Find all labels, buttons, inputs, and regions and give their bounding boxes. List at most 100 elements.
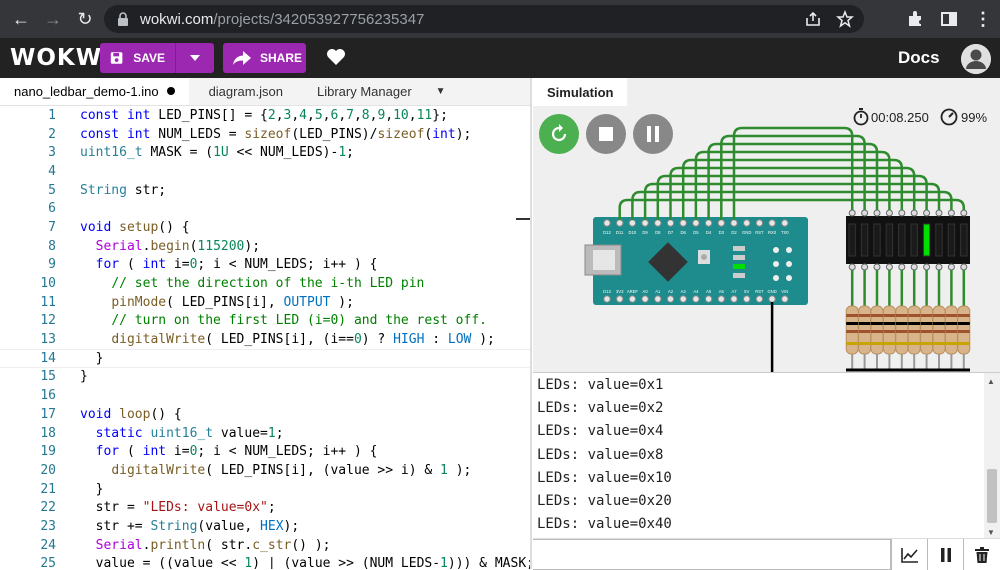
scroll-up-icon[interactable]: ▲ [987, 377, 995, 386]
scrollbar-marker [516, 218, 530, 220]
pin-label-top: RST [755, 230, 764, 235]
resistor-band [895, 322, 908, 325]
browser-menu-icon[interactable]: ⋮ [966, 0, 1000, 38]
code-text: Serial.println( str.c_str() ); [95, 537, 331, 553]
scroll-down-icon[interactable]: ▼ [987, 528, 995, 537]
avatar[interactable] [961, 44, 991, 74]
line-number: 6 [48, 201, 56, 217]
tab-library-manager[interactable]: Library Manager [303, 78, 426, 105]
code-line[interactable]: 21 } [0, 480, 530, 499]
restart-button[interactable] [539, 114, 579, 154]
wokwi-logo[interactable]: WOKWi [10, 45, 111, 71]
arduino-nano-board [593, 217, 808, 305]
reload-icon[interactable]: ↻ [72, 6, 98, 32]
share-page-icon[interactable] [804, 10, 822, 28]
serial-line: LEDs: value=0x40 [537, 516, 672, 533]
line-number: 18 [40, 425, 56, 441]
save-dropdown-button[interactable] [176, 55, 214, 61]
pin-bottom-A2 [666, 295, 675, 303]
heart-icon[interactable] [326, 48, 346, 66]
led-anode-pin [861, 209, 869, 217]
line-number: 13 [40, 332, 56, 348]
code-line[interactable]: 12 // turn on the first LED (i=0) and th… [0, 312, 530, 331]
line-number: 9 [48, 257, 56, 273]
tab-main-ino[interactable]: nano_ledbar_demo-1.ino [0, 78, 189, 105]
app-header: WOKWi SAVE SHARE Docs [0, 38, 1000, 78]
share-label: SHARE [260, 51, 303, 65]
icsp-pin [786, 261, 792, 267]
resistor-band [846, 314, 859, 317]
code-line[interactable]: 7 void setup() { [0, 218, 530, 237]
pin-top-D4 [704, 219, 713, 227]
scrollbar-thumb[interactable] [987, 469, 997, 523]
tab-simulation[interactable]: Simulation [533, 78, 628, 106]
pin-label-top: D2 [731, 230, 737, 235]
code-line[interactable]: 8 Serial.begin(115200); [0, 237, 530, 256]
resistor-band [858, 330, 871, 333]
code-line[interactable]: 6 [0, 199, 530, 218]
tab-diagram-json[interactable]: diagram.json [195, 78, 297, 105]
extensions-icon[interactable] [898, 0, 932, 38]
forward-icon[interactable]: → [40, 6, 66, 32]
code-line[interactable]: 4 [0, 162, 530, 181]
code-line[interactable]: 25 value = ((value << 1) | (value >> (NU… [0, 555, 530, 569]
code-line[interactable]: 24 Serial.println( str.c_str() ); [0, 536, 530, 555]
pin-label-bottom: AREF [627, 289, 639, 294]
code-line[interactable]: 13 digitalWrite( LED_PINS[i], (i==0) ? H… [0, 330, 530, 349]
code-line[interactable]: 23 str += String(value, HEX); [0, 517, 530, 536]
code-text: void setup() { [80, 219, 190, 235]
code-line[interactable]: 3 uint16_t MASK = (1U << NUM_LEDS)-1; [0, 143, 530, 162]
code-line[interactable]: 10 // set the direction of the i-th LED … [0, 274, 530, 293]
code-line[interactable]: 15} [0, 368, 530, 387]
code-text: String str; [80, 182, 167, 198]
wire-d9 [643, 182, 941, 220]
address-bar[interactable]: wokwi.com/projects/342053927756235347 [104, 5, 864, 33]
icsp-pin [773, 261, 779, 267]
docs-link[interactable]: Docs [898, 48, 940, 68]
code-area[interactable]: 1 const int LED_PINS[] = {2,3,4,5,6,7,8,9… [0, 106, 530, 569]
code-line[interactable]: 20 digitalWrite( LED_PINS[i], (value >> … [0, 461, 530, 480]
led-anode-pin [885, 209, 893, 217]
serial-scrollbar[interactable]: ▲ ▼ [984, 373, 1000, 538]
code-line[interactable]: 19 for ( int i=0; i < NUM_LEDS; i++ ) { [0, 442, 530, 461]
serial-pause-button[interactable] [927, 539, 963, 570]
save-button[interactable]: SAVE [100, 43, 214, 73]
code-line[interactable]: 17 void loop() { [0, 405, 530, 424]
resistor-band [920, 342, 933, 345]
resistor-band [858, 314, 871, 317]
resistor-band [846, 330, 859, 333]
code-line[interactable]: 22 str = "LEDs: value=0x"; [0, 498, 530, 517]
tabs-menu-chevron-icon[interactable]: ▼ [436, 78, 446, 105]
pause-button[interactable] [633, 114, 673, 154]
restart-icon [551, 124, 567, 142]
icsp-pin [786, 247, 792, 253]
pin-label-top: D5 [693, 230, 699, 235]
plotter-button[interactable] [891, 539, 927, 570]
code-line[interactable]: 2 const int NUM_LEDS = sizeof(LED_PINS)/s… [0, 125, 530, 144]
clear-button[interactable] [963, 539, 999, 570]
code-line[interactable]: 14 } [0, 348, 530, 368]
code-line[interactable]: 1 const int LED_PINS[] = {2,3,4,5,6,7,8,9… [0, 106, 530, 125]
bookmark-star-icon[interactable] [836, 10, 854, 28]
pin-label-bottom: A7 [731, 289, 737, 294]
speed-text: 99% [961, 109, 988, 125]
stop-button[interactable] [586, 114, 626, 154]
code-line[interactable]: 18 static uint16_t value=1; [0, 424, 530, 443]
line-number: 16 [40, 388, 56, 404]
icsp-pin [786, 275, 792, 281]
back-icon[interactable]: ← [8, 6, 34, 32]
reset-button-cap [701, 254, 707, 260]
side-panel-icon[interactable] [932, 0, 966, 38]
code-line[interactable]: 11 pinMode( LED_PINS[i], OUTPUT ); [0, 293, 530, 312]
resistor-band [957, 322, 970, 325]
wire-d4 [707, 142, 879, 220]
code-line[interactable]: 5 String str; [0, 181, 530, 200]
usb-port [593, 250, 615, 270]
serial-line: LEDs: value=0x8 [537, 446, 664, 463]
pin-top-D5 [692, 219, 700, 227]
serial-input[interactable] [533, 539, 891, 570]
code-line[interactable]: 9 for ( int i=0; i < NUM_LEDS; i++ ) { [0, 256, 530, 275]
line-number: 3 [48, 145, 56, 161]
code-line[interactable]: 16 [0, 386, 530, 405]
share-button[interactable]: SHARE [223, 43, 306, 73]
